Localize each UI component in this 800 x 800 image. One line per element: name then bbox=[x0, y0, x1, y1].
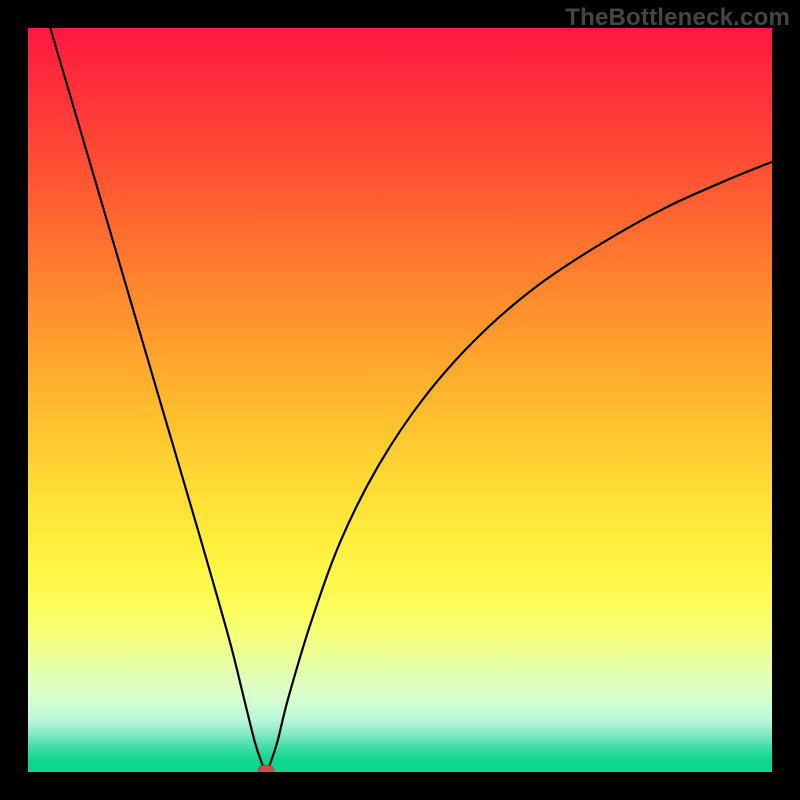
plot-area bbox=[28, 28, 772, 772]
bottleneck-curve bbox=[50, 28, 772, 772]
curve-layer bbox=[28, 28, 772, 772]
chart-frame: TheBottleneck.com bbox=[0, 0, 800, 800]
watermark-text: TheBottleneck.com bbox=[565, 4, 790, 32]
minimum-marker bbox=[258, 765, 274, 772]
